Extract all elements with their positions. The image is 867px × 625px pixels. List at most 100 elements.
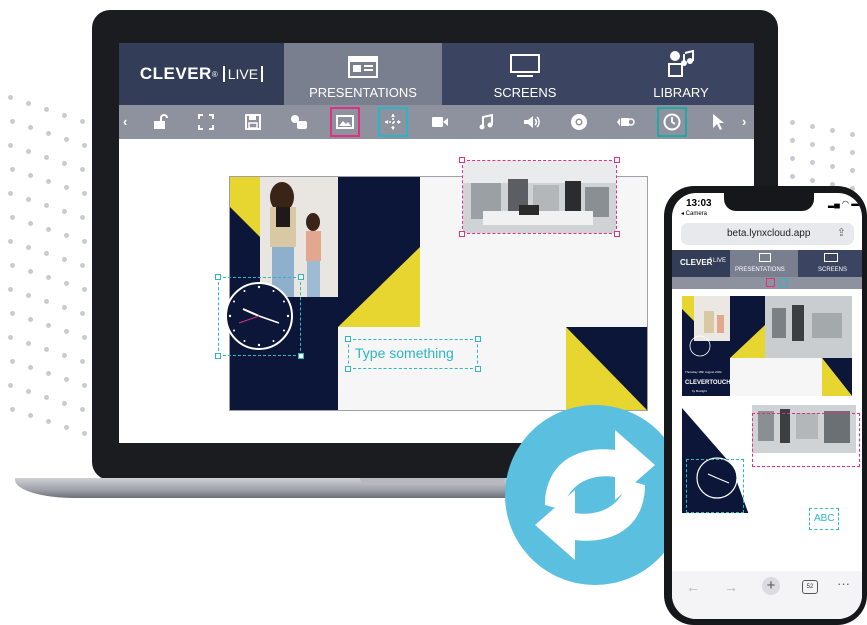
decorative-dot xyxy=(850,150,855,155)
resize-handle[interactable] xyxy=(298,274,304,280)
app-header: CLEVER ® LIVE PRESENTATIONS SCREENS LIBR… xyxy=(119,43,754,105)
mobile-brand[interactable]: CLEVER ® LIVE xyxy=(672,250,730,277)
decorative-dot xyxy=(810,178,815,183)
decorative-dot xyxy=(46,227,51,232)
decorative-dot xyxy=(8,287,13,292)
resize-handle[interactable] xyxy=(215,353,221,359)
clock-widget-selected[interactable] xyxy=(215,274,304,359)
mobile-toolbar xyxy=(672,277,862,289)
decorative-dot xyxy=(8,143,13,148)
tab-label: LIBRARY xyxy=(653,85,709,100)
music-icon[interactable] xyxy=(474,110,498,134)
text-box-content[interactable]: Type something xyxy=(355,345,454,361)
chevron-right-icon[interactable]: › xyxy=(742,114,746,129)
unlock-icon[interactable] xyxy=(148,110,172,134)
move-icon[interactable] xyxy=(779,278,788,287)
text-box[interactable]: Type something xyxy=(345,336,481,372)
decorative-dot xyxy=(62,353,67,358)
decorative-dot xyxy=(26,293,31,298)
mobile-slide-caption: Thursday 18th August 2022 xyxy=(685,370,722,374)
decorative-dot xyxy=(80,359,85,364)
decorative-dot xyxy=(80,263,85,268)
tab-library[interactable]: LIBRARY xyxy=(608,43,754,105)
image-element-selected[interactable] xyxy=(459,157,620,237)
more-menu-icon[interactable]: ··· xyxy=(837,576,850,591)
decorative-dot xyxy=(64,329,69,334)
resize-handle[interactable] xyxy=(345,366,351,372)
decorative-dot xyxy=(790,174,795,179)
tab-screens[interactable]: SCREENS xyxy=(442,43,608,105)
mobile-tab-label: SCREENS xyxy=(818,267,848,273)
decorative-dot xyxy=(80,167,85,172)
share-icon[interactable]: ⇪ xyxy=(837,226,846,239)
resize-handle[interactable] xyxy=(614,231,620,237)
pointer-icon[interactable] xyxy=(706,110,730,134)
browser-bottom-bar: ← → + 52 ··· xyxy=(672,571,862,619)
fullscreen-icon[interactable] xyxy=(194,110,218,134)
volume-icon[interactable] xyxy=(520,110,544,134)
phone-notch xyxy=(724,193,814,211)
stream-icon[interactable] xyxy=(613,110,637,134)
resize-handle[interactable] xyxy=(459,231,465,237)
decorative-dot xyxy=(10,359,15,364)
move-icon[interactable] xyxy=(378,107,408,137)
resize-handle[interactable] xyxy=(614,157,620,163)
resize-handle[interactable] xyxy=(459,157,465,163)
chevron-left-icon[interactable]: ‹ xyxy=(123,114,127,129)
shapes-icon[interactable] xyxy=(287,110,311,134)
decorative-dot xyxy=(850,168,855,173)
decorative-dot xyxy=(82,431,87,436)
monitor-icon xyxy=(824,253,838,262)
decorative-dot xyxy=(44,155,49,160)
mobile-tab-screens[interactable]: SCREENS xyxy=(798,250,862,277)
decorative-dot xyxy=(44,203,49,208)
tab-presentations[interactable]: PRESENTATIONS xyxy=(284,43,442,105)
decorative-dot xyxy=(82,287,87,292)
decorative-dot xyxy=(46,275,51,280)
decorative-dot xyxy=(26,245,31,250)
decorative-dot xyxy=(10,167,15,172)
resize-handle[interactable] xyxy=(475,366,481,372)
decorative-dot xyxy=(26,341,31,346)
mobile-app-header: CLEVER ® LIVE PRESENTATIONS SCREENS xyxy=(672,250,862,277)
status-time: 13:03 xyxy=(686,198,712,209)
resize-handle[interactable] xyxy=(215,274,221,280)
resize-handle[interactable] xyxy=(475,336,481,342)
mobile-text-box[interactable]: ABC xyxy=(809,508,839,530)
forward-arrow-icon[interactable]: → xyxy=(724,579,738,595)
mobile-slide-brand: CLEVERTOUCH xyxy=(685,380,731,386)
resize-handle[interactable] xyxy=(298,353,304,359)
presentation-icon xyxy=(759,253,771,262)
clock-icon[interactable] xyxy=(657,107,687,137)
decorative-dot xyxy=(64,233,69,238)
tab-label: PRESENTATIONS xyxy=(309,85,417,100)
decorative-dot xyxy=(28,125,33,130)
mobile-clock-selected[interactable] xyxy=(686,459,744,513)
mobile-image-selected[interactable] xyxy=(752,413,860,467)
decorative-dot xyxy=(10,215,15,220)
video-icon[interactable] xyxy=(428,110,452,134)
tabs-count[interactable]: 52 xyxy=(802,580,818,594)
save-icon[interactable] xyxy=(241,110,265,134)
decorative-dot xyxy=(82,383,87,388)
mobile-text-box-content[interactable]: ABC xyxy=(814,513,835,524)
decorative-dot xyxy=(8,95,13,100)
decorative-dot xyxy=(62,401,67,406)
decorative-dot xyxy=(82,143,87,148)
image-icon[interactable] xyxy=(330,107,360,137)
back-arrow-icon[interactable]: ← xyxy=(686,579,700,595)
browser-icon[interactable] xyxy=(567,110,591,134)
mobile-tab-presentations[interactable]: PRESENTATIONS xyxy=(730,250,798,277)
decorative-dot xyxy=(44,347,49,352)
decorative-dot xyxy=(28,317,33,322)
laptop-notch xyxy=(360,478,505,485)
new-tab-icon[interactable]: + xyxy=(762,577,780,595)
clever-live-logo[interactable]: CLEVER ® LIVE xyxy=(119,43,284,105)
image-icon[interactable] xyxy=(766,278,775,287)
resize-handle[interactable] xyxy=(345,336,351,342)
url-text: beta.lynxcloud.app xyxy=(727,228,811,239)
back-to-app[interactable]: ◂ Camera xyxy=(681,210,707,217)
brand-name: CLEVER xyxy=(139,64,212,83)
url-bar[interactable]: beta.lynxcloud.app ⇪ xyxy=(681,223,854,245)
decorative-dot xyxy=(28,269,33,274)
